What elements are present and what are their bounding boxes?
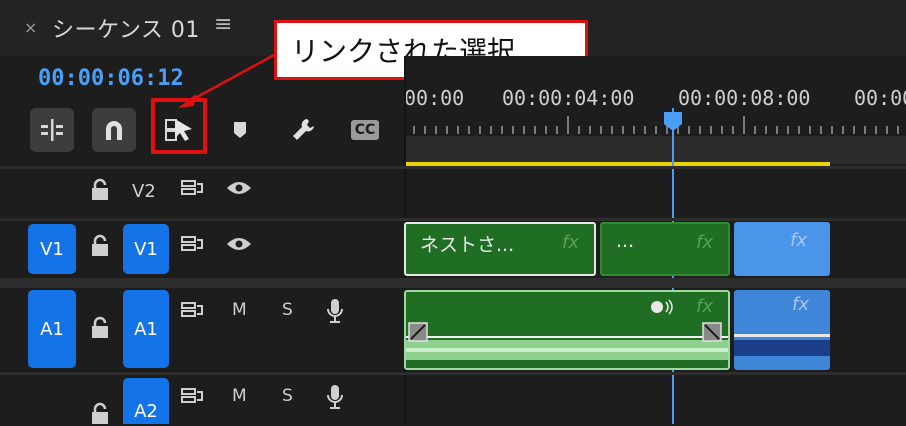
callout-arrow: [178, 52, 277, 108]
volume-rubber-band[interactable]: [734, 334, 830, 337]
fx-badge-icon: fx: [562, 232, 579, 253]
eye-icon[interactable]: [226, 236, 252, 252]
sequence-tab-title[interactable]: シーケンス 01: [52, 12, 200, 44]
video-clip[interactable]: fx: [734, 222, 830, 276]
sync-lock-icon[interactable]: [180, 386, 204, 406]
fade-in-handle-icon[interactable]: [408, 322, 428, 342]
voice-over-record-icon[interactable]: [326, 298, 344, 324]
fade-out-handle-icon[interactable]: [702, 322, 722, 342]
fx-badge-icon: fx: [792, 294, 809, 315]
track-target-v1[interactable]: V1: [123, 224, 169, 274]
track-label-v2: V2: [132, 181, 156, 202]
add-marker-button[interactable]: [218, 108, 262, 152]
audio-clip[interactable]: fx: [404, 290, 730, 370]
insert-snap-button[interactable]: [30, 108, 74, 152]
audio-clip[interactable]: fx: [734, 290, 830, 370]
captions-icon: CC: [350, 120, 380, 140]
ruler-ticks: [413, 116, 899, 134]
source-patch-a1[interactable]: A1: [28, 290, 76, 368]
playhead-timecode[interactable]: 00:00:06:12: [38, 66, 184, 91]
video-clip[interactable]: ネストさ... fx: [404, 222, 596, 276]
lock-track-icon[interactable]: [90, 234, 110, 258]
close-panel-button[interactable]: ×: [24, 18, 37, 37]
ruler-label: 00:00:08:00: [678, 86, 811, 110]
captions-button[interactable]: CC: [343, 108, 387, 152]
solo-button[interactable]: S: [282, 386, 293, 406]
fx-badge-icon: fx: [696, 232, 713, 253]
timeline-settings-button[interactable]: [282, 108, 326, 152]
lock-track-icon[interactable]: [90, 316, 110, 340]
row-divider: [0, 166, 906, 169]
sync-lock-icon[interactable]: [180, 300, 204, 320]
solo-button[interactable]: S: [282, 300, 293, 320]
wrench-icon: [293, 119, 314, 140]
ruler-label: 00:00: [854, 86, 906, 110]
voice-over-record-icon[interactable]: [326, 384, 344, 410]
ruler-label: 00:00: [404, 86, 465, 110]
video-audio-divider[interactable]: [0, 278, 906, 288]
insert-snap-icon: [41, 119, 63, 141]
ruler-label: 00:00:04:00: [502, 86, 635, 110]
audio-keyframe-speaker-icon: [651, 299, 673, 315]
source-patch-v1[interactable]: V1: [28, 224, 76, 274]
volume-rubber-band[interactable]: [406, 336, 728, 338]
fx-badge-icon: fx: [790, 230, 807, 251]
work-area-strip[interactable]: [404, 136, 906, 164]
mute-button[interactable]: M: [232, 386, 247, 406]
fx-badge-icon: fx: [696, 296, 713, 317]
sync-lock-icon[interactable]: [180, 234, 204, 254]
mute-button[interactable]: M: [232, 300, 247, 320]
clip-name: ...: [616, 230, 635, 252]
snap-button[interactable]: [92, 108, 136, 152]
track-target-a2[interactable]: A2: [123, 378, 169, 424]
clip-name: ネストさ...: [420, 234, 515, 256]
row-divider: [0, 218, 906, 221]
row-divider: [0, 372, 906, 375]
panel-menu-icon[interactable]: ≡: [214, 12, 232, 37]
track-target-a1[interactable]: A1: [123, 290, 169, 368]
lock-track-icon[interactable]: [90, 178, 110, 202]
audio-waveform: [734, 340, 830, 356]
sync-lock-icon[interactable]: [180, 178, 204, 198]
eye-icon[interactable]: [226, 180, 252, 196]
lock-track-icon[interactable]: [90, 402, 110, 426]
video-clip[interactable]: ... fx: [600, 222, 730, 276]
add-marker-icon: [234, 122, 246, 138]
snap-magnet-icon: [106, 121, 122, 140]
